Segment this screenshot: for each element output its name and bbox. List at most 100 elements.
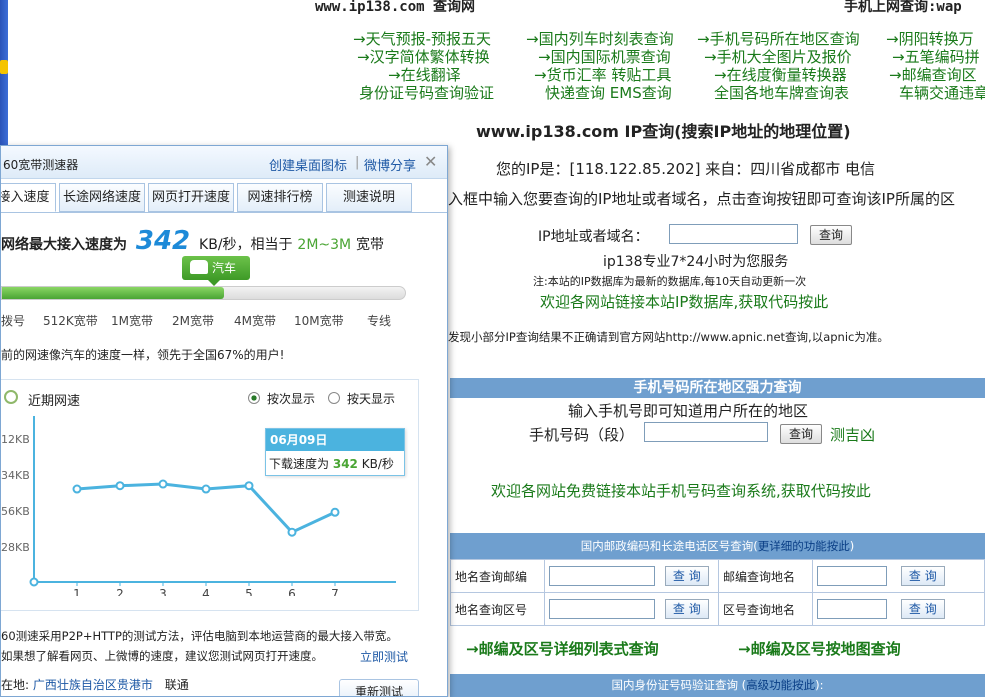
tooltip-value: 342: [332, 457, 358, 471]
vehicle-badge: 汽车: [182, 256, 250, 280]
ip-input-label: IP地址或者域名：: [538, 229, 649, 245]
create-desktop-icon-link[interactable]: 创建桌面图标: [269, 155, 347, 174]
speed-unit: KB/秒，相当于: [199, 237, 293, 253]
data-point: [72, 484, 82, 494]
place-to-code-input[interactable]: [549, 566, 655, 587]
wap-header: 手机上网查询:wap: [844, 0, 962, 15]
label-place-to-code: 地名查询邮编: [450, 559, 545, 593]
area-to-place-button[interactable]: 查 询: [900, 598, 945, 619]
postal-bar-end: ): [849, 539, 855, 553]
tab-instructions[interactable]: 测速说明: [326, 183, 412, 212]
mobile-query-button[interactable]: 查询: [780, 424, 822, 444]
widget-header: 60宽带测速器 创建桌面图标 | 微博分享 ✕: [1, 146, 447, 179]
ip-query-button[interactable]: 查询: [810, 225, 852, 245]
tab-long-distance[interactable]: 长途网络速度: [59, 183, 145, 212]
y-label: 56KB: [1, 505, 30, 518]
place-to-area-input[interactable]: [549, 599, 655, 620]
data-point: [287, 527, 297, 537]
mobile-input[interactable]: [644, 422, 768, 442]
area-to-place-input[interactable]: [817, 599, 887, 620]
tooltip-unit: KB/秒: [361, 457, 394, 471]
link-idcard[interactable]: 身份证号码查询验证: [359, 82, 494, 103]
tab-divider: [1, 212, 447, 213]
tick-2m: 2M宽带: [172, 314, 214, 328]
car-icon: [190, 260, 208, 274]
postal-bar-text: 国内邮政编码和长途电话区号查询(: [580, 539, 758, 553]
postal-list-link[interactable]: →邮编及区号详细列表式查询: [466, 638, 659, 659]
service-text: ip138专业7*24小时为您服务: [603, 254, 789, 270]
link-plates[interactable]: 全国各地车牌查询表: [714, 82, 849, 103]
label-code-to-place: 邮编查询地名: [718, 559, 813, 593]
radio-by-day[interactable]: [328, 392, 340, 404]
link-traffic[interactable]: 车辆交通违章: [899, 82, 985, 103]
mobile-code-link[interactable]: 欢迎各网站免费链接本站手机号码查询系统,获取代码按此: [491, 480, 871, 501]
speed-test-widget: 60宽带测速器 创建桌面图标 | 微博分享 ✕ 接入速度 长途网络速度 网页打开…: [0, 145, 448, 697]
tab-ranking[interactable]: 网速排行榜: [237, 183, 323, 212]
speed-suffix: 宽带: [356, 237, 384, 253]
code-to-place-input[interactable]: [817, 566, 887, 587]
radio-by-count[interactable]: [248, 392, 260, 404]
idcard-bar-text: 国内身份证号码验证查询 (: [611, 678, 747, 692]
apnic-note: 发现小部分IP查询结果不正确请到官方网站http://www.apnic.net…: [448, 330, 889, 344]
footer-line2: 如果想了解看网页、上微博的速度，建议您测试网页打开速度。: [1, 649, 323, 663]
close-icon[interactable]: ✕: [424, 152, 437, 171]
clock-icon: [4, 390, 18, 404]
data-point: [201, 484, 211, 494]
idcard-advanced-link[interactable]: 高级功能按此: [746, 678, 815, 692]
test-now-link[interactable]: 立即测试: [360, 648, 408, 665]
recent-label: 近期网速: [28, 394, 81, 409]
mobile-bar: 手机号码所在地区强力查询: [450, 378, 985, 398]
ip-input[interactable]: [669, 224, 798, 244]
data-point: [115, 481, 125, 491]
tab-page-open[interactable]: 网页打开速度: [148, 183, 234, 212]
postal-detail-link[interactable]: 更详细的功能按此: [758, 539, 850, 553]
tick-10m: 10M宽带: [294, 314, 344, 328]
tab-access-speed[interactable]: 接入速度: [1, 183, 56, 212]
ip-db-link[interactable]: 欢迎各网站链接本站IP数据库,获取代码按此: [540, 291, 828, 312]
fortune-link[interactable]: 测吉凶: [830, 424, 875, 445]
x-tick-label: 2: [116, 587, 124, 596]
mobile-label: 手机号码（段）: [529, 426, 635, 444]
label-place-to-area: 地名查询区号: [450, 592, 545, 626]
table-row: 地名查询区号 查 询 区号查询地名 查 询: [450, 592, 985, 626]
tooltip-body: 下载速度为 342 KB/秒: [266, 451, 404, 472]
speed-value: 342: [135, 226, 191, 256]
x-tick-label: 4: [202, 587, 210, 596]
isp-value: 联通: [164, 678, 189, 692]
x-tick-label: 1: [73, 587, 81, 596]
data-point: [244, 481, 254, 491]
retest-button[interactable]: 重新测试: [339, 679, 419, 696]
y-label: 28KB: [1, 541, 30, 554]
speed-prefix: 网络最大接入速度为: [1, 237, 127, 253]
header-sep: |: [355, 155, 360, 170]
db-note: 注:本站的IP数据库为最新的数据库,每10天自动更新一次: [533, 275, 807, 288]
mobile-subtitle: 输入手机号即可知道用户所在的地区: [568, 402, 809, 420]
idcard-bar-end: ):: [815, 678, 824, 692]
weibo-share-link[interactable]: 微博分享: [364, 155, 416, 174]
widget-title: 60宽带测速器: [3, 158, 79, 172]
postal-table: 地名查询邮编 查 询 邮编查询地名 查 询 地名查询区号 查 询 区号查询地名 …: [450, 559, 985, 626]
postal-map-link[interactable]: →邮编及区号按地图查询: [738, 638, 901, 659]
radio-by-count-label: 按次显示: [267, 392, 316, 406]
code-to-place-button[interactable]: 查 询: [900, 565, 945, 586]
your-ip: 您的IP是：[118.122.85.202] 来自：四川省成都市 电信: [496, 160, 875, 178]
speed-progress-track: [1, 286, 406, 300]
idcard-bar: 国内身份证号码验证查询 (高级功能按此):: [450, 674, 985, 697]
data-point: [158, 479, 168, 489]
location-value[interactable]: 广西壮族自治区贵港市: [33, 678, 153, 692]
table-row: 地名查询邮编 查 询 邮编查询地名 查 询: [450, 559, 985, 593]
radio-by-day-label: 按天显示: [347, 392, 396, 406]
tick-4m: 4M宽带: [234, 314, 276, 328]
place-to-area-button[interactable]: 查 询: [664, 598, 709, 619]
tray-icon[interactable]: [0, 60, 8, 74]
footer-line1: 60测速采用P2P+HTTP的测试方法，评估电脑到本地运营商的最大接入带宽。: [1, 629, 398, 643]
compare-text: 前的网速像汽车的速度一样，领先于全国67%的用户!: [1, 348, 285, 362]
link-express[interactable]: 快递查询 EMS查询: [545, 82, 672, 103]
speed-summary: 网络最大接入速度为 342 KB/秒，相当于 2M~3M 宽带: [1, 226, 384, 256]
y-label: 12KB: [1, 433, 30, 446]
x-tick-label: 7: [331, 587, 339, 596]
location-row: 在地: 广西壮族自治区贵港市 联通: [1, 676, 189, 693]
place-to-code-button[interactable]: 查 询: [664, 565, 709, 586]
tick-1m: 1M宽带: [111, 314, 153, 328]
x-tick-label: 5: [245, 587, 253, 596]
